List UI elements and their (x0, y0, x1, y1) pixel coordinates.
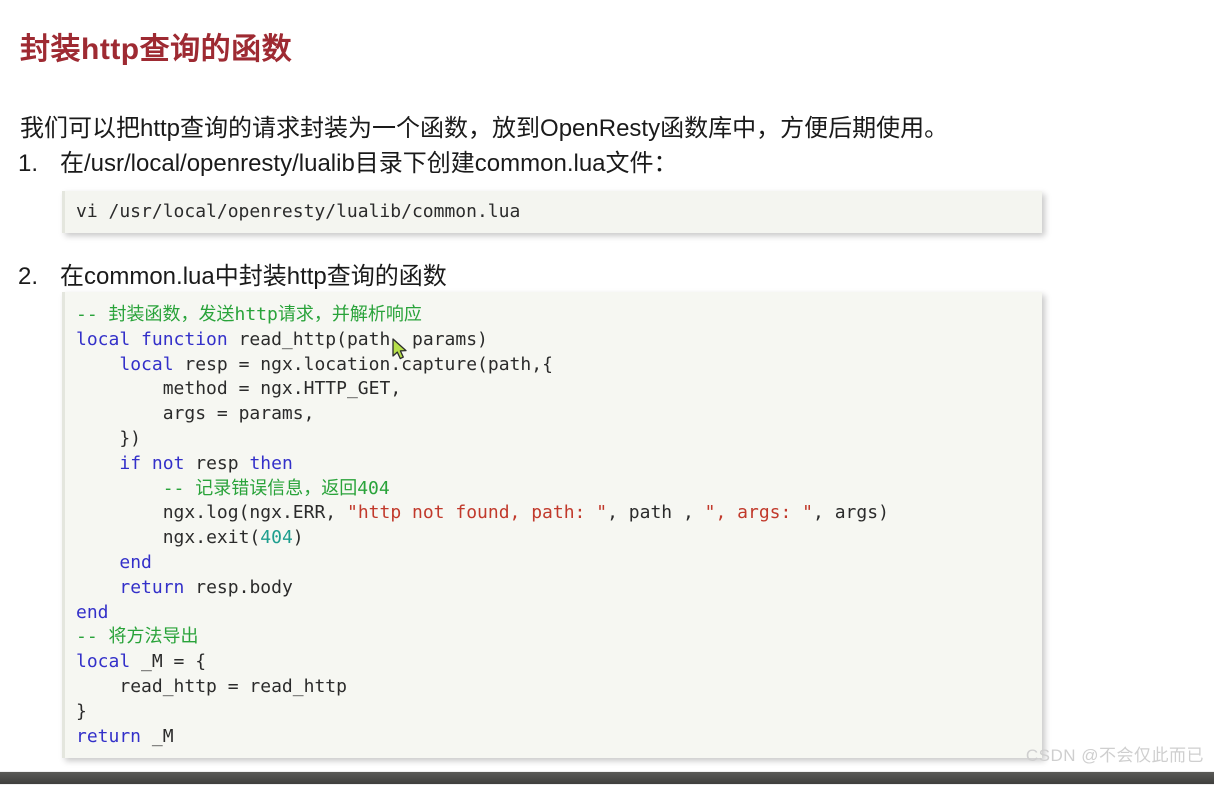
list-item-label: 在common.lua中封装http查询的函数 (60, 263, 447, 290)
list-marker: 2. (18, 263, 39, 290)
horizontal-scrollbar[interactable] (0, 771, 1214, 785)
code-gutter (62, 292, 65, 758)
list-item-step-1: 1. 在/usr/local/openresty/lualib目录下创建commo… (18, 148, 678, 180)
code-gutter (62, 191, 65, 233)
csdn-watermark: CSDN @不会仅此而已 (1025, 746, 1204, 765)
scrollbar-thumb[interactable] (0, 772, 1214, 784)
shell-code-block[interactable]: vi /usr/local/openresty/lualib/common.lu… (62, 191, 1042, 233)
page-title: 封装http查询的函数 (20, 33, 293, 67)
lua-code-block[interactable]: -- 封装函数，发送http请求，并解析响应 local function re… (62, 292, 1042, 758)
shell-command-text: vi /usr/local/openresty/lualib/common.lu… (76, 201, 521, 222)
list-item-label: 在/usr/local/openresty/lualib目录下创建common.… (60, 150, 678, 177)
list-marker: 1. (18, 150, 39, 177)
lua-code-content: -- 封装函数，发送http请求，并解析响应 local function re… (76, 304, 889, 747)
document-page: 封装http查询的函数 我们可以把http查询的请求封装为一个函数，放到Open… (0, 0, 1214, 785)
list-item-step-2: 2. 在common.lua中封装http查询的函数 (18, 261, 447, 293)
intro-paragraph: 我们可以把http查询的请求封装为一个函数，放到OpenResty函数库中，方便… (20, 115, 949, 142)
